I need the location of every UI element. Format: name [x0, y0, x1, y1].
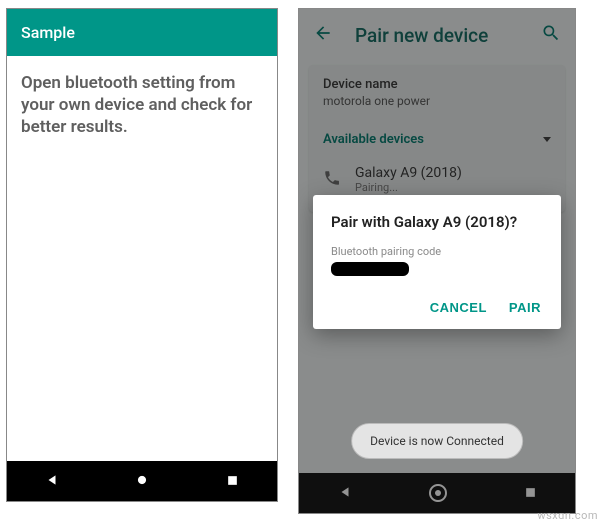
pairing-code-redacted: [331, 262, 409, 276]
cancel-button[interactable]: CANCEL: [430, 300, 487, 315]
app-bar: Sample: [7, 9, 277, 56]
pairing-dialog: Pair with Galaxy A9 (2018)? Bluetooth pa…: [313, 195, 561, 329]
dialog-title: Pair with Galaxy A9 (2018)?: [331, 213, 543, 231]
recents-nav-button[interactable]: [226, 472, 239, 491]
home-nav-button[interactable]: [135, 472, 149, 491]
instruction-text: Open bluetooth setting from your own dev…: [7, 56, 277, 154]
app-title: Sample: [21, 23, 75, 42]
pairing-code-label: Bluetooth pairing code: [331, 245, 543, 258]
sample-app-screen: Sample Open bluetooth setting from your …: [6, 8, 278, 502]
connection-toast: Device is now Connected: [351, 423, 523, 459]
android-nav-bar: [7, 461, 277, 501]
back-nav-button[interactable]: [45, 472, 59, 491]
pair-button[interactable]: PAIR: [509, 300, 541, 315]
bluetooth-settings-screen: Pair new device Device name motorola one…: [298, 8, 576, 514]
